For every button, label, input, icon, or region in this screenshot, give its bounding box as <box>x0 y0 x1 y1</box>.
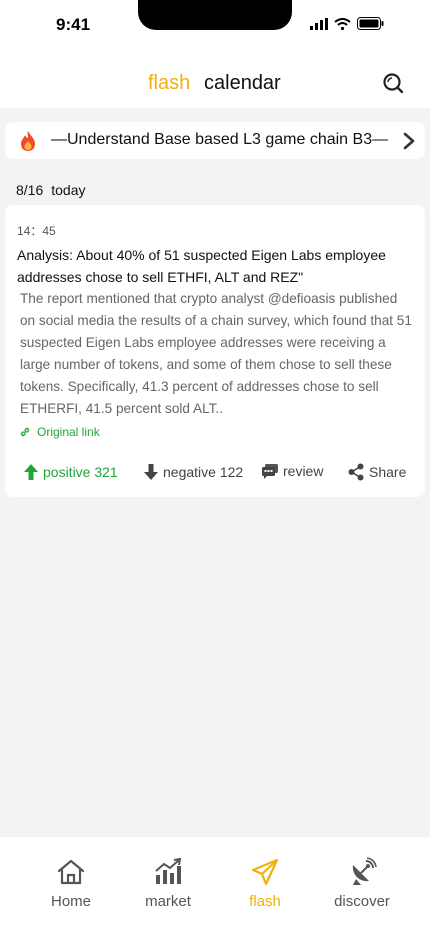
status-icons <box>310 17 384 30</box>
date-row: 8/16 today <box>16 182 86 198</box>
header: flash calendar <box>0 50 430 108</box>
paper-plane-icon <box>251 858 279 886</box>
arrow-up-icon <box>24 464 38 480</box>
status-bar: 9:41 <box>0 0 430 50</box>
news-body: The report mentioned that crypto analyst… <box>20 291 412 416</box>
search-icon[interactable] <box>382 72 404 94</box>
review-label: review <box>283 463 324 479</box>
date-day: 8/16 <box>16 182 44 198</box>
chevron-right-icon[interactable] <box>401 132 417 150</box>
battery-icon <box>357 17 384 30</box>
link-icon <box>20 427 30 437</box>
notch <box>138 0 292 30</box>
tab-flash[interactable]: flash <box>148 72 190 95</box>
tabbar-label-market: market <box>145 893 191 910</box>
tabbar-label-flash: flash <box>249 893 281 910</box>
fire-icon <box>21 131 35 151</box>
satellite-icon <box>352 857 377 885</box>
negative-button[interactable]: negative 122 <box>143 463 243 481</box>
tabbar-item-discover[interactable]: discover <box>317 857 407 910</box>
home-icon <box>57 859 85 885</box>
tabbar-item-market[interactable]: market <box>123 857 213 910</box>
news-time: 14：45 <box>17 224 56 238</box>
tabbar-label-home: Home <box>50 893 91 910</box>
share-label: Share <box>369 464 407 480</box>
tabbar-item-home[interactable]: Home <box>26 857 116 910</box>
banner-text: —Understand Base based L3 game chain B3— <box>51 131 389 148</box>
tabbar-item-flash[interactable]: flash <box>220 857 310 910</box>
tab-calendar[interactable]: calendar <box>204 72 281 95</box>
news-card[interactable]: 14：45 Analysis: About 40% of 51 suspecte… <box>5 205 425 497</box>
chart-icon <box>155 857 182 884</box>
bottom-tab-bar: Home market flash discover <box>0 837 430 932</box>
arrow-down-icon <box>144 464 158 480</box>
wifi-icon <box>334 17 351 30</box>
signal-icon <box>310 17 328 30</box>
status-time: 9:41 <box>56 15 91 34</box>
comment-icon <box>262 464 278 479</box>
share-button[interactable]: Share <box>347 463 406 481</box>
positive-button[interactable]: positive 321 <box>23 463 118 481</box>
date-label: today <box>51 182 86 198</box>
news-actions: positive 321 negative 122 review Share <box>5 463 425 487</box>
review-button[interactable]: review <box>261 463 323 479</box>
positive-label: positive 321 <box>43 464 118 480</box>
original-link-label: Original link <box>37 425 100 439</box>
announcement-banner[interactable]: —Understand Base based L3 game chain B3— <box>5 122 425 159</box>
share-icon <box>348 463 364 481</box>
negative-label: negative 122 <box>163 464 244 480</box>
news-title[interactable]: Analysis: About 40% of 51 suspected Eige… <box>17 244 413 288</box>
tabbar-label-discover: discover <box>334 893 390 910</box>
original-link[interactable]: Original link <box>19 425 100 439</box>
